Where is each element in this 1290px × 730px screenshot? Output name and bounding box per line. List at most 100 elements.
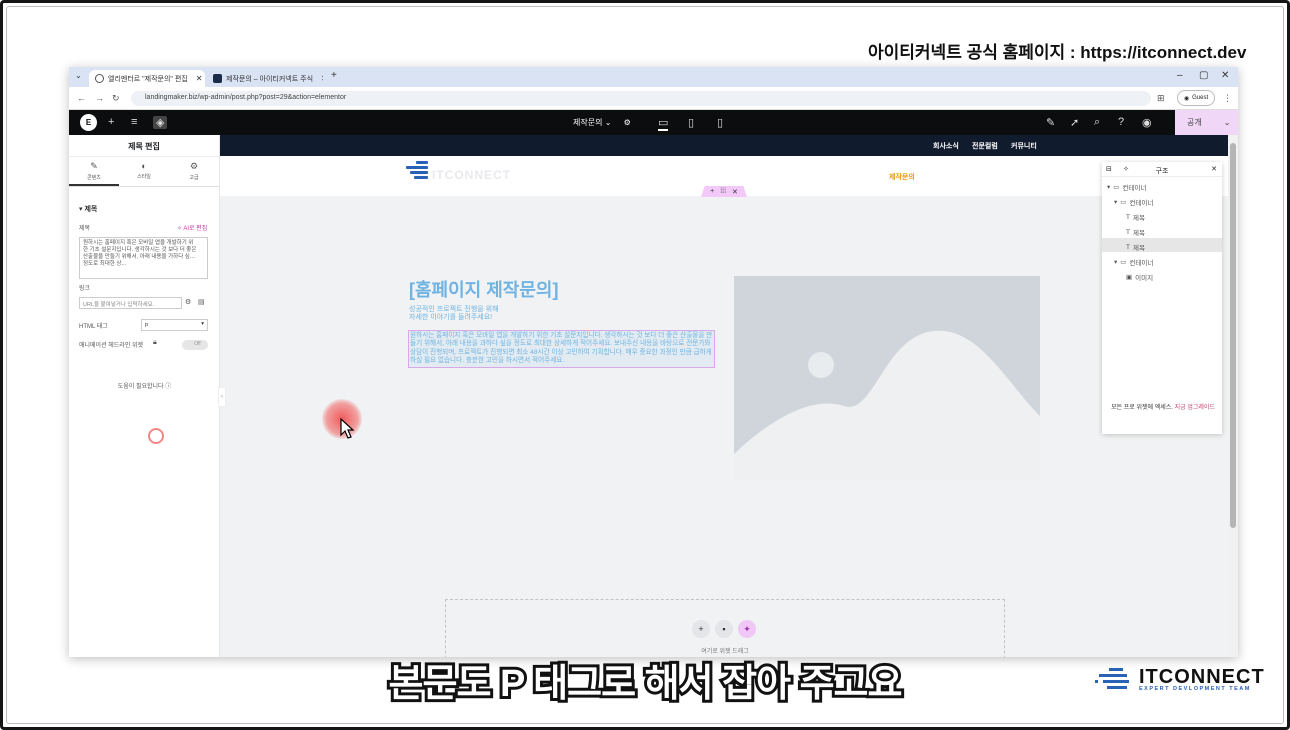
- menu-item-news[interactable]: 회사소식: [933, 141, 959, 151]
- tab-style[interactable]: ◐ 스타일: [119, 157, 169, 186]
- brush-icon[interactable]: ✎: [1046, 116, 1055, 129]
- scroll-thumb[interactable]: [1230, 143, 1236, 528]
- nav-item-container[interactable]: ▾ ▭ 컨테이너: [1114, 257, 1153, 267]
- footer-text: 모든 프로 위젯에 엑세스.: [1111, 405, 1173, 411]
- ai-sparkle-icon[interactable]: ✦: [738, 620, 756, 638]
- title-textarea[interactable]: 원하시는 홈페이지 혹은 모바일 앱을 개발하기 위한 기초 설문지입니다. 생…: [79, 237, 208, 279]
- template-folder-icon[interactable]: ▪: [715, 620, 733, 638]
- close-icon[interactable]: ✕: [1211, 165, 1217, 173]
- panel-collapse-handle[interactable]: ‹: [218, 387, 226, 407]
- page-scrollbar[interactable]: [1228, 135, 1238, 657]
- nav-item-label: 이미지: [1135, 275, 1154, 282]
- new-tab-button[interactable]: +: [331, 70, 337, 81]
- url-field[interactable]: landingmaker.biz/wp-admin/post.php?post=…: [131, 91, 1151, 106]
- elementor-logo-icon[interactable]: E: [80, 114, 97, 131]
- editor-panel: 제목 편집 ✎ 콘텐츠 ◐ 스타일 ⚙ 고급 ▾ 제목 제목 ✧ AI로 편집 원하시…: [69, 135, 220, 657]
- tab-style-label: 스타일: [137, 174, 151, 180]
- placeholder-mountain-icon: [734, 330, 1040, 480]
- brand-watermark: ITCONNECT EXPERT DEVLOPMENT TEAM: [1095, 666, 1264, 699]
- menu-item-column[interactable]: 전문컬럼: [972, 141, 998, 151]
- anim-label: 애니메이션 헤드라인 위젯: [79, 343, 144, 349]
- reload-icon[interactable]: ↻: [112, 93, 120, 104]
- close-icon[interactable]: ✕: [196, 74, 203, 83]
- maximize-icon[interactable]: ▢: [1199, 70, 1208, 81]
- url-text: landingmaker.biz/wp-admin/post.php?post=…: [145, 94, 347, 101]
- profile-button[interactable]: ◉ Guest: [1177, 90, 1215, 106]
- nav-item-heading-selected[interactable]: T 제목: [1126, 242, 1145, 253]
- back-icon[interactable]: ←: [77, 93, 86, 103]
- menu-item-community[interactable]: 커뮤니티: [1011, 141, 1037, 151]
- nav-item-container[interactable]: ▾ ▭ 컨테이너: [1114, 197, 1153, 207]
- nav-item-heading[interactable]: T 제목: [1126, 212, 1145, 223]
- container-handle[interactable]: + ⁞⁞⁞ ✕: [701, 186, 747, 197]
- html-tag-select[interactable]: p ▾: [141, 319, 208, 331]
- preview-eye-icon[interactable]: ◉: [1142, 116, 1152, 129]
- window-close-icon[interactable]: ✕: [1221, 70, 1229, 81]
- help-link[interactable]: 도움이 필요합니다 ⓘ: [69, 381, 220, 390]
- close-icon[interactable]: ✕: [732, 188, 738, 196]
- publish-button[interactable]: 공개 ⌄: [1175, 110, 1238, 135]
- close-icon[interactable]: ✕: [321, 74, 323, 83]
- chevron-down-icon: ▾: [1114, 199, 1118, 206]
- tab-content[interactable]: ✎ 콘텐츠: [69, 157, 119, 186]
- gear-icon[interactable]: ⚙: [185, 298, 191, 306]
- tablet-icon[interactable]: ▯: [688, 116, 694, 129]
- subheading[interactable]: 성공적인 프로젝트 진행을 위해 자세한 이야기를 들려주세요!: [409, 306, 499, 322]
- trash-icon[interactable]: ▤: [198, 298, 205, 306]
- container-icon: ▭: [1120, 199, 1127, 206]
- menu-icon[interactable]: ⋮: [1223, 93, 1232, 104]
- section-toggle[interactable]: ▾ 제목: [79, 204, 97, 214]
- subheading-line: 성공적인 프로젝트 진행을 위해: [409, 306, 499, 313]
- drag-handle-icon[interactable]: ⁞⁞⁞: [720, 188, 726, 195]
- chevron-down-icon[interactable]: ⌄: [1224, 118, 1231, 127]
- nav-item-label: 제목: [1132, 215, 1145, 222]
- page-heading[interactable]: [홈페이지 제작문의]: [409, 276, 558, 302]
- help-icon[interactable]: ?: [1118, 116, 1124, 128]
- add-section-icon[interactable]: +: [692, 620, 710, 638]
- container-icon: ▭: [1120, 259, 1127, 266]
- tab-page[interactable]: 제작문의 – 아이티커넥트 주식 ✕: [207, 70, 323, 87]
- page-select[interactable]: 제작문의 ⌄ ⚙: [573, 117, 631, 128]
- add-icon[interactable]: +: [710, 188, 714, 195]
- collapse-all-icon[interactable]: ⊟: [1106, 165, 1112, 173]
- nav-item-container[interactable]: ▾ ▭ 컨테이너: [1107, 182, 1146, 192]
- ai-edit-button[interactable]: ✧ AI로 편집: [177, 223, 207, 232]
- add-element-icon[interactable]: +: [108, 116, 114, 128]
- image-placeholder[interactable]: [734, 276, 1040, 480]
- upgrade-link[interactable]: 지금 업그레이드: [1175, 405, 1215, 411]
- ai-edit-label: AI로 편집: [183, 226, 208, 232]
- structure-icon[interactable]: ◈: [153, 116, 168, 129]
- page-settings-icon[interactable]: ⚙: [624, 118, 631, 127]
- chevron-down-icon: ▾: [1107, 184, 1111, 191]
- address-bar: ← → ↻ landingmaker.biz/wp-admin/post.php…: [69, 87, 1238, 110]
- nav-item-heading[interactable]: T 제목: [1126, 227, 1145, 238]
- anim-toggle[interactable]: Off: [182, 340, 208, 350]
- nav-item-label: 컨테이너: [1122, 185, 1147, 192]
- link-input[interactable]: URL을 붙여넣거나 입력하세요.: [79, 297, 182, 309]
- rocket-icon[interactable]: ➚: [1070, 116, 1079, 129]
- sparkle-icon[interactable]: ✧: [1123, 165, 1129, 173]
- structure-navigator: ⊟ ✧ 구조 ✕ ▾ ▭ 컨테이너 ▾ ▭ 컨테이너 T 제목 T 제목 T 제목 ▾ ▭ 컨테이…: [1102, 162, 1222, 434]
- editor-canvas: 회사소식 전문컬럼 커뮤니티 ITCONNECT 제작문의 + ⁞⁞⁞ ✕ [홈…: [220, 135, 1228, 657]
- heading-icon: T: [1126, 228, 1130, 236]
- forward-icon[interactable]: →: [95, 93, 104, 103]
- browser-window: ⌄ 엘리멘터르 "제작문의" 편집 ✕ 제작문의 – 아이티커넥트 주식 ✕ +…: [69, 67, 1238, 657]
- mobile-icon[interactable]: ▯: [717, 116, 723, 129]
- settings-sliders-icon[interactable]: ≡: [131, 116, 137, 128]
- tab-advanced[interactable]: ⚙ 고급: [169, 157, 219, 186]
- search-icon[interactable]: ⌕: [1094, 116, 1100, 129]
- elementor-topbar: E + ≡ ◈ 제작문의 ⌄ ⚙ ▭ ▯ ▯ ✎ ➚ ⌕ ? ◉ 공개 ⌄: [69, 110, 1238, 135]
- nav-item-image[interactable]: ▣ 이미지: [1126, 272, 1153, 282]
- tab-editor[interactable]: 엘리멘터르 "제작문의" 편집 ✕: [89, 70, 205, 87]
- desktop-icon[interactable]: ▭: [658, 116, 669, 131]
- drop-zone[interactable]: + ▪ ✦ 여기로 위젯 드래그: [445, 599, 1005, 657]
- nav-item-label: 컨테이너: [1129, 260, 1154, 267]
- site-logo-icon[interactable]: [406, 161, 428, 181]
- menu-item-inquiry[interactable]: 제작문의: [889, 172, 915, 182]
- navigator-footer: 모든 프로 위젯에 엑세스. 지금 업그레이드: [1108, 404, 1218, 412]
- tab-menu-icon[interactable]: ⌄: [75, 71, 82, 80]
- body-text-selected[interactable]: 원하시는 홈페이지 혹은 모바일 앱을 개발하기 위한 기초 설문지입니다. 생…: [408, 330, 715, 368]
- minimize-icon[interactable]: –: [1177, 70, 1183, 81]
- translate-icon[interactable]: ⊞: [1157, 93, 1165, 104]
- navigator-header: ⊟ ✧ 구조 ✕: [1102, 162, 1222, 177]
